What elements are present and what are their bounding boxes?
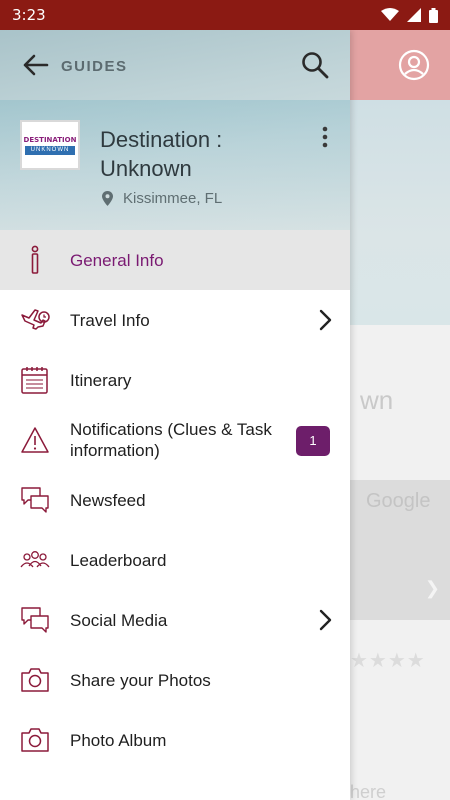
chat-bubbles-icon [21,487,49,513]
map-chevron-icon: ❯ [424,578,440,598]
menu-item-newsfeed[interactable]: Newsfeed [0,470,350,530]
background-map[interactable]: Google ❯ [340,480,450,620]
menu-item-label: Newsfeed [70,490,146,510]
menu-item-notifications[interactable]: Notifications (Clues & Task information)… [0,410,350,470]
back-arrow-icon[interactable] [20,50,50,80]
menu-item-itinerary[interactable]: Itinerary [0,350,350,410]
notification-count-badge: 1 [296,426,330,456]
location-pin-icon [102,191,113,206]
menu-item-photo-album[interactable]: Photo Album [0,710,350,770]
wifi-icon [381,8,399,21]
menu-item-label: Notifications (Clues & Task information) [70,420,272,460]
camera-icon [21,668,49,692]
background-title-fragment: wn [360,385,394,415]
guide-logo: DESTINATION UNKNOWN [20,120,80,170]
drawer-section-title: GUIDES [61,58,128,75]
navigation-drawer: GUIDES DESTINATION UNKNOWN Destination :… [0,30,350,800]
background-rating: ★★★★ [350,650,426,672]
menu-item-label: Social Media [70,610,168,630]
guide-name: Destination : Unknown [100,127,223,181]
search-icon[interactable] [300,50,330,80]
location-text: Kissimmee, FL [123,190,223,207]
menu-item-label: Leaderboard [70,550,167,570]
guide-location: Kissimmee, FL [102,190,222,207]
calendar-icon [21,367,48,394]
menu-item-label: Travel Info [70,310,150,330]
status-time: 3:23 [12,6,46,24]
screen: 3:23 wn Google ❯ ★★★★ here GUIDES DESTIN… [0,0,450,800]
menu-item-leaderboard[interactable]: Leaderboard [0,530,350,590]
drawer-header: GUIDES DESTINATION UNKNOWN Destination :… [0,30,350,230]
menu-item-label: Photo Album [70,730,167,750]
menu-item-share-photos[interactable]: Share your Photos [0,650,350,710]
people-icon [20,551,50,568]
status-bar: 3:23 [0,0,450,30]
signal-icon [407,8,421,22]
logo-line1: DESTINATION [23,135,77,144]
plane-clock-icon [21,309,50,330]
chevron-right-icon [319,609,332,631]
logo-line2: UNKNOWN [25,145,75,155]
warning-icon [21,427,49,453]
menu-item-label: General Info [70,250,164,270]
menu-item-travel-info[interactable]: Travel Info [0,290,350,350]
menu-item-general-info[interactable]: General Info [0,230,350,290]
chevron-right-icon [319,309,332,331]
map-brand: Google [366,490,431,512]
status-icons [381,7,438,23]
camera-icon [21,728,49,752]
info-icon [31,245,39,274]
battery-icon [429,7,438,23]
menu-item-social-media[interactable]: Social Media [0,590,350,650]
chat-bubbles-icon [21,607,49,633]
account-icon[interactable] [398,49,430,81]
background-bottom-fragment: here [350,782,387,800]
more-vert-icon[interactable] [318,125,332,149]
menu-item-label: Share your Photos [70,670,211,690]
drawer-menu: General Info Travel Info Itinerary Notif… [0,230,350,770]
menu-item-label: Itinerary [70,370,132,390]
